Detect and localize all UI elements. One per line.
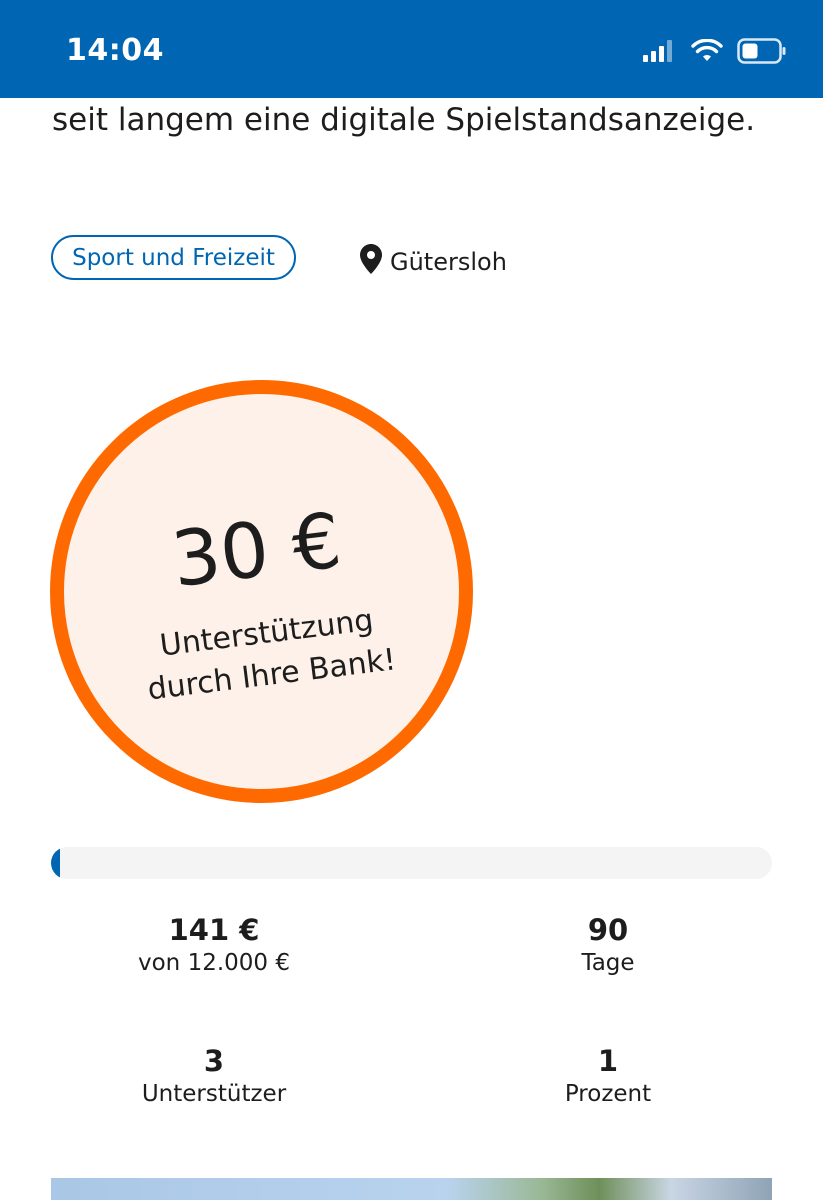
- stat-supporters-value: 3: [203, 1044, 225, 1078]
- funding-progress-bar: [51, 847, 772, 879]
- stat-raised: 141 € von 12.000 €: [64, 912, 364, 978]
- funding-progress-fill: [51, 847, 60, 879]
- bank-support-badge: 30 € Unterstützung durch Ihre Bank!: [50, 380, 473, 803]
- status-time: 14:04: [66, 33, 164, 68]
- stat-percent-value: 1: [597, 1044, 619, 1078]
- stat-percent: 1 Prozent: [458, 1043, 758, 1109]
- signal-icon: [643, 40, 677, 66]
- project-image[interactable]: [51, 1178, 772, 1200]
- location-info: Gütersloh: [360, 244, 507, 280]
- project-description: seit langem eine digitale Spielstandsanz…: [52, 102, 756, 138]
- status-icons: [643, 38, 787, 68]
- support-amount: 30 €: [166, 495, 346, 605]
- status-bar: 14:04: [0, 0, 823, 98]
- stat-percent-label: Prozent: [564, 1081, 652, 1107]
- location-label: Gütersloh: [390, 248, 507, 276]
- category-tag[interactable]: Sport und Freizeit: [51, 235, 296, 280]
- map-pin-icon: [360, 244, 382, 280]
- stat-days: 90 Tage: [458, 912, 758, 978]
- stat-days-label: Tage: [581, 950, 635, 976]
- wifi-icon: [691, 38, 723, 67]
- stat-supporters-label: Unterstützer: [141, 1081, 287, 1107]
- stat-days-value: 90: [587, 913, 629, 947]
- stat-supporters: 3 Unterstützer: [64, 1043, 364, 1109]
- stat-raised-value: 141 €: [168, 913, 260, 947]
- stat-raised-label: von 12.000 €: [138, 950, 290, 976]
- battery-icon: [737, 38, 787, 68]
